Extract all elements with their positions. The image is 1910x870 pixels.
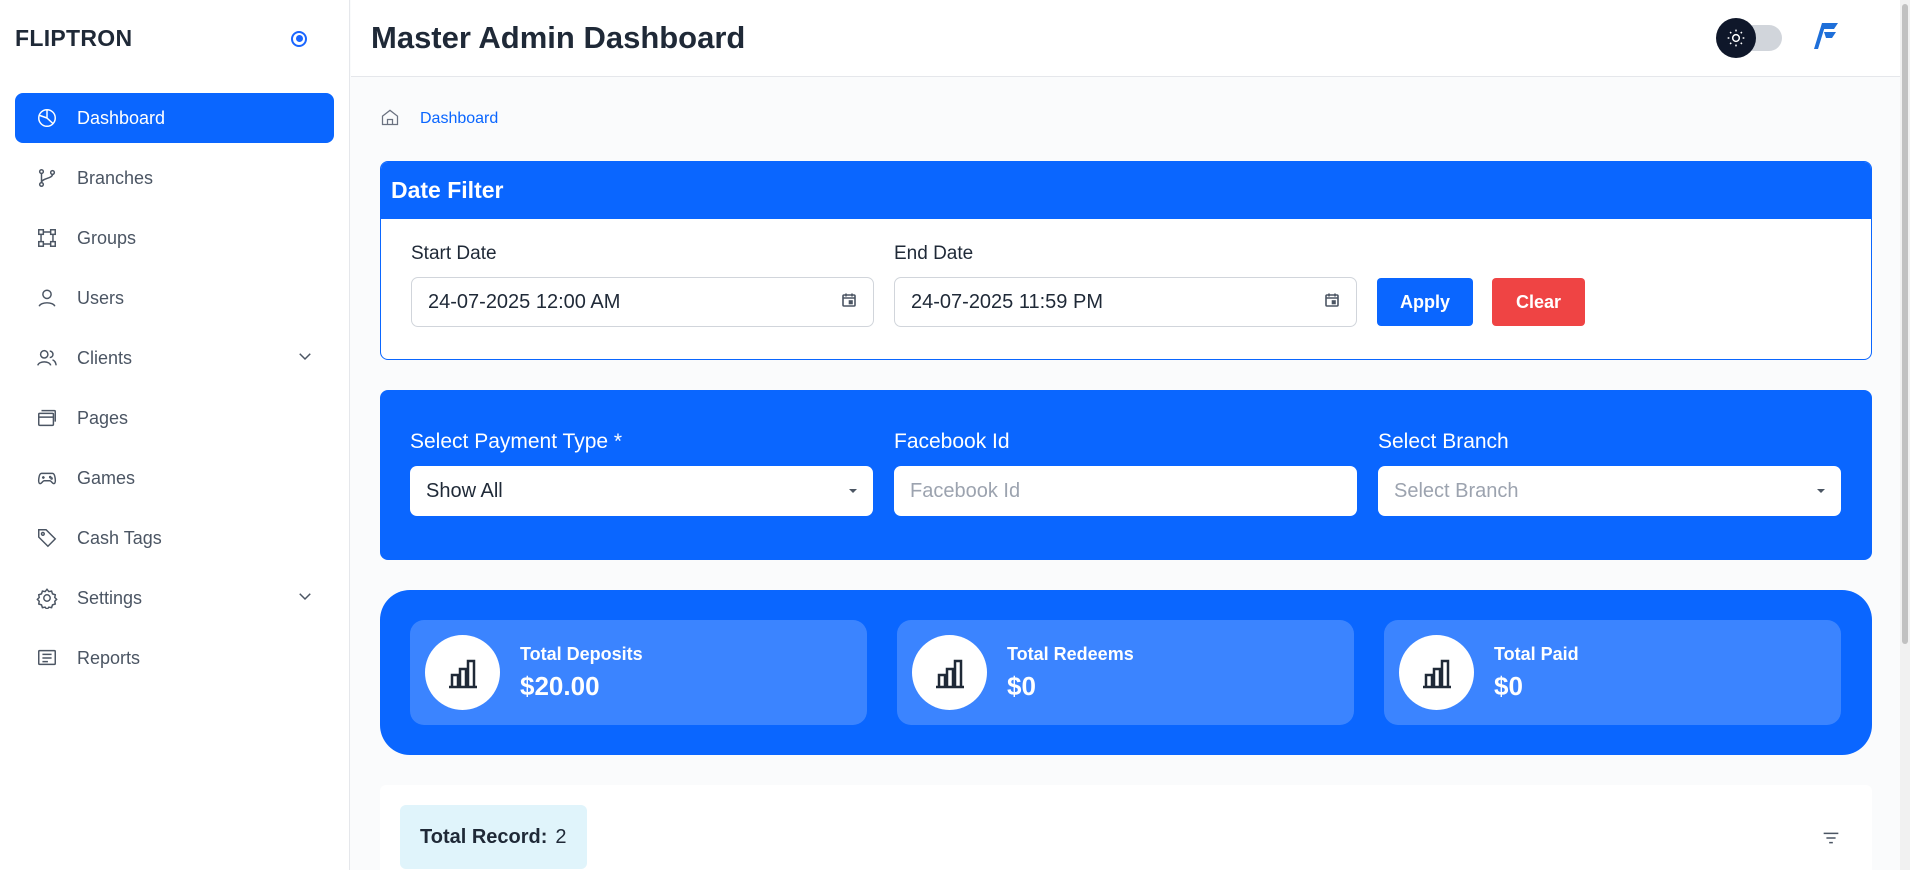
user-icon bbox=[35, 286, 59, 310]
sidebar-item-label: Dashboard bbox=[77, 107, 166, 128]
sidebar-item-label: Games bbox=[77, 467, 136, 488]
filter-icon[interactable] bbox=[1820, 827, 1842, 854]
sidebar-item-branches[interactable]: Branches bbox=[15, 153, 334, 203]
payment-type-field: Select Payment Type * Show All bbox=[410, 430, 873, 560]
total-record-label: Total Record: bbox=[420, 825, 548, 848]
sun-icon bbox=[1716, 18, 1756, 58]
start-date-input[interactable]: 24-07-2025 12:00 AM bbox=[411, 277, 874, 327]
payment-type-value: Show All bbox=[426, 479, 503, 502]
clear-button[interactable]: Clear bbox=[1492, 278, 1585, 326]
sidebar-item-label: Groups bbox=[77, 227, 137, 248]
users-icon bbox=[35, 346, 59, 370]
main-content: Dashboard Date Filter Start Date 24-07-2… bbox=[380, 77, 1872, 870]
stats-card: Total Deposits $20.00 Total Redeems $0 T… bbox=[380, 590, 1872, 755]
sidebar-item-groups[interactable]: Groups bbox=[15, 213, 334, 263]
sidebar-item-label: Settings bbox=[77, 587, 143, 608]
report-icon bbox=[35, 646, 59, 670]
page-title: Master Admin Dashboard bbox=[371, 20, 746, 55]
bar-chart-icon bbox=[912, 635, 987, 710]
facebook-id-input[interactable]: Facebook Id bbox=[894, 466, 1357, 516]
calendar-icon[interactable] bbox=[841, 291, 857, 314]
facebook-id-placeholder: Facebook Id bbox=[910, 479, 1021, 502]
breadcrumb: Dashboard bbox=[380, 77, 1872, 161]
brand-name: FLIPTRON bbox=[15, 25, 133, 51]
sidebar-item-users[interactable]: Users bbox=[15, 273, 334, 323]
sidebar-item-label: Pages bbox=[77, 407, 129, 428]
scrollbar-thumb[interactable] bbox=[1902, 4, 1908, 644]
end-date-label: End Date bbox=[894, 243, 974, 264]
pie-chart-icon bbox=[35, 106, 59, 130]
sidebar-item-clients[interactable]: Clients bbox=[15, 333, 334, 383]
sidebar-nav: Dashboard Branches Groups Users Clients bbox=[0, 77, 349, 709]
top-header: Master Admin Dashboard bbox=[351, 0, 1910, 77]
stat-total-redeems: Total Redeems $0 bbox=[897, 620, 1354, 725]
sidebar-collapse-toggle[interactable] bbox=[291, 30, 307, 47]
start-date-field: Start Date 24-07-2025 12:00 AM bbox=[411, 243, 874, 327]
sidebar-item-label: Branches bbox=[77, 167, 154, 188]
sidebar-item-dashboard[interactable]: Dashboard bbox=[15, 93, 334, 143]
end-date-value: 24-07-2025 11:59 PM bbox=[911, 290, 1103, 313]
bar-chart-icon bbox=[425, 635, 500, 710]
group-icon bbox=[35, 226, 59, 250]
total-record-badge: Total Record: 2 bbox=[400, 805, 587, 869]
sidebar-item-cash-tags[interactable]: Cash Tags bbox=[15, 513, 334, 563]
branch-placeholder: Select Branch bbox=[1394, 479, 1519, 502]
stat-total-deposits: Total Deposits $20.00 bbox=[410, 620, 867, 725]
pages-icon bbox=[35, 406, 59, 430]
sidebar-item-reports[interactable]: Reports bbox=[15, 633, 334, 683]
bar-chart-icon bbox=[1399, 635, 1474, 710]
home-icon[interactable] bbox=[380, 107, 400, 132]
date-filter-card: Date Filter Start Date 24-07-2025 12:00 … bbox=[380, 161, 1872, 360]
gamepad-icon bbox=[35, 466, 59, 490]
end-date-field: End Date 24-07-2025 11:59 PM bbox=[894, 243, 1357, 327]
stat-value: $0 bbox=[1007, 670, 1036, 701]
payment-type-select[interactable]: Show All bbox=[410, 466, 873, 516]
stat-value: $20.00 bbox=[520, 670, 600, 701]
sidebar-item-games[interactable]: Games bbox=[15, 453, 334, 503]
payment-type-label: Select Payment Type * bbox=[410, 430, 623, 453]
stat-label: Total Paid bbox=[1494, 643, 1579, 664]
stat-label: Total Deposits bbox=[520, 643, 643, 664]
sidebar: FLIPTRON Dashboard Branches Groups Users… bbox=[0, 0, 350, 870]
gear-icon bbox=[35, 586, 59, 610]
sidebar-item-label: Users bbox=[77, 287, 125, 308]
sidebar-item-pages[interactable]: Pages bbox=[15, 393, 334, 443]
total-record-count: 2 bbox=[555, 825, 567, 848]
selection-card: Select Payment Type * Show All Facebook … bbox=[380, 390, 1872, 560]
facebook-id-field: Facebook Id Facebook Id bbox=[894, 430, 1357, 560]
header-actions bbox=[1716, 18, 1840, 58]
branch-field: Select Branch Select Branch bbox=[1378, 430, 1841, 560]
git-branch-icon bbox=[35, 166, 59, 190]
branch-select[interactable]: Select Branch bbox=[1378, 466, 1841, 516]
chevron-down-icon[interactable] bbox=[296, 347, 314, 370]
page-scrollbar[interactable] bbox=[1900, 0, 1910, 870]
dropdown-caret-icon bbox=[1817, 489, 1825, 493]
chevron-down-icon[interactable] bbox=[296, 587, 314, 610]
end-date-input[interactable]: 24-07-2025 11:59 PM bbox=[894, 277, 1357, 327]
brand: FLIPTRON bbox=[0, 0, 349, 77]
fliptron-logo-icon[interactable] bbox=[1812, 21, 1840, 56]
sidebar-item-label: Cash Tags bbox=[77, 527, 162, 548]
tag-icon bbox=[35, 526, 59, 550]
stat-total-paid: Total Paid $0 bbox=[1384, 620, 1841, 725]
sidebar-item-label: Reports bbox=[77, 647, 141, 668]
facebook-id-label: Facebook Id bbox=[894, 430, 1010, 453]
breadcrumb-current[interactable]: Dashboard bbox=[420, 110, 498, 128]
apply-button[interactable]: Apply bbox=[1377, 278, 1473, 326]
stat-value: $0 bbox=[1494, 670, 1523, 701]
date-filter-body: Start Date 24-07-2025 12:00 AM End Date … bbox=[381, 219, 1871, 327]
sidebar-item-settings[interactable]: Settings bbox=[15, 573, 334, 623]
calendar-icon[interactable] bbox=[1324, 291, 1340, 314]
stat-label: Total Redeems bbox=[1007, 643, 1134, 664]
records-card: Total Record: 2 bbox=[380, 785, 1872, 870]
start-date-value: 24-07-2025 12:00 AM bbox=[428, 290, 621, 313]
start-date-label: Start Date bbox=[411, 243, 497, 264]
branch-label: Select Branch bbox=[1378, 430, 1509, 453]
date-filter-title: Date Filter bbox=[381, 162, 1871, 219]
dropdown-caret-icon bbox=[849, 489, 857, 493]
sidebar-item-label: Clients bbox=[77, 347, 133, 368]
theme-toggle[interactable] bbox=[1716, 18, 1782, 58]
